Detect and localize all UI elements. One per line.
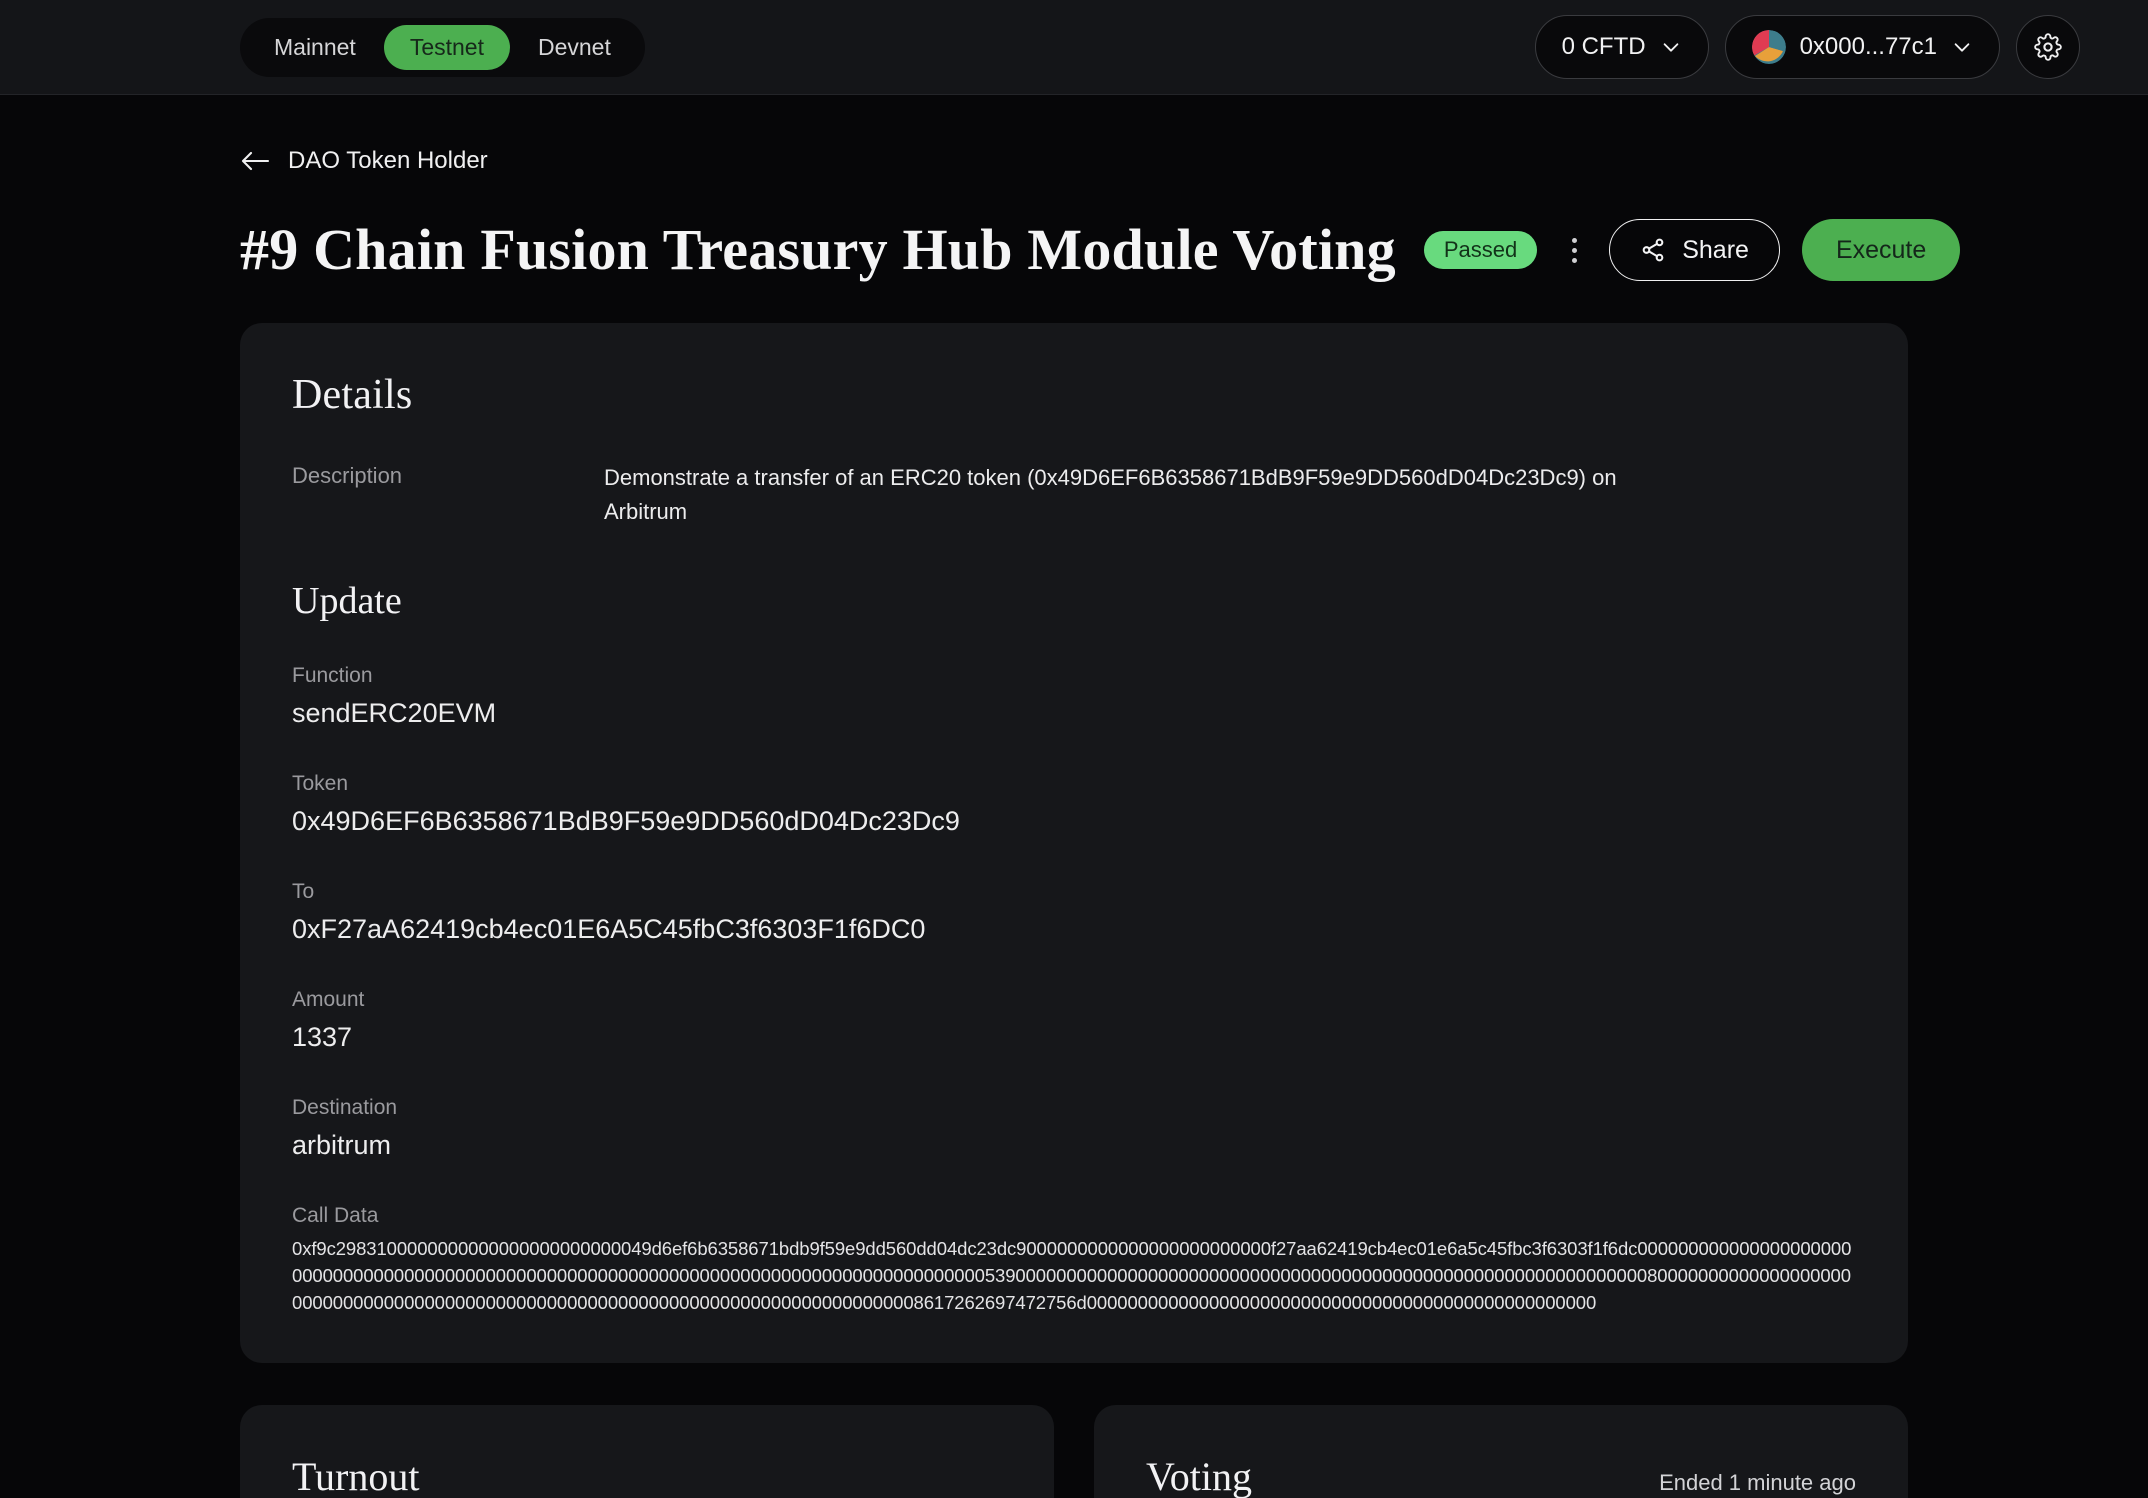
chevron-down-icon: [1954, 43, 1970, 52]
top-bar: Mainnet Testnet Devnet 0 CFTD 0x000...77…: [0, 0, 2148, 95]
title-actions: Share Execute: [1561, 219, 1961, 281]
call-data-value: 0xf9c2983100000000000000000000000049d6ef…: [292, 1238, 1852, 1313]
status-badge: Passed: [1423, 231, 1538, 269]
field-token: Token 0x49D6EF6B6358671BdB9F59e9DD560dD0…: [292, 771, 1856, 839]
arrow-left-icon: [241, 151, 270, 171]
field-value: 0x49D6EF6B6358671BdB9F59e9DD560dD04Dc23D…: [292, 806, 960, 837]
field-label: Function: [292, 664, 373, 688]
turnout-card: Turnout: [240, 1404, 1054, 1498]
description-label: Description: [292, 463, 403, 488]
kebab-dot: [1571, 257, 1577, 263]
share-nodes-icon: [1642, 238, 1664, 262]
network-option-mainnet[interactable]: Mainnet: [248, 25, 382, 70]
page-title: #9 Chain Fusion Treasury Hub Module Voti…: [240, 217, 1396, 283]
share-button[interactable]: Share: [1609, 219, 1780, 281]
field-function: Function sendERC20EVM: [292, 663, 1856, 731]
settings-button[interactable]: [2016, 15, 2080, 79]
voting-header: Voting Ended 1 minute ago: [1146, 1453, 1856, 1498]
details-card: Details Description Demonstrate a transf…: [240, 323, 1908, 1363]
gear-icon: [2034, 33, 2062, 61]
field-label: Token: [292, 772, 349, 796]
field-to: To 0xF27aA62419cb4ec01E6A5C45fbC3f6303F1…: [292, 879, 1856, 947]
turnout-title: Turnout: [292, 1453, 420, 1498]
field-amount: Amount 1337: [292, 987, 1856, 1055]
description-value: Demonstrate a transfer of an ERC20 token…: [604, 465, 1617, 525]
field-call-data: Call Data 0xf9c2983100000000000000000000…: [292, 1203, 1856, 1317]
field-label: Destination: [292, 1095, 398, 1119]
balance-dropdown[interactable]: 0 CFTD: [1534, 15, 1709, 79]
network-switcher[interactable]: Mainnet Testnet Devnet: [240, 17, 645, 77]
update-title: Update: [292, 580, 402, 623]
balance-amount: 0 CFTD: [1561, 33, 1646, 60]
share-button-label: Share: [1682, 235, 1749, 264]
account-address: 0x000...77c1: [1799, 33, 1937, 60]
field-label: To: [292, 880, 315, 904]
field-value: sendERC20EVM: [292, 698, 497, 729]
network-option-testnet[interactable]: Testnet: [383, 24, 510, 70]
kebab-dot: [1571, 237, 1577, 243]
field-value: arbitrum: [292, 1130, 392, 1161]
breadcrumb-back-link[interactable]: DAO Token Holder: [240, 147, 488, 175]
page-body: DAO Token Holder #9 Chain Fusion Treasur…: [0, 95, 2148, 1498]
voting-ended-text: Ended 1 minute ago: [1659, 1469, 1856, 1495]
field-destination: Destination arbitrum: [292, 1095, 1856, 1163]
voting-card: Voting Ended 1 minute ago: [1094, 1404, 1908, 1498]
chevron-down-icon: [1663, 43, 1678, 52]
avatar: [1751, 30, 1786, 64]
kebab-dot: [1571, 247, 1577, 253]
account-dropdown[interactable]: 0x000...77c1: [1724, 15, 2000, 79]
turnout-header: Turnout: [292, 1453, 1002, 1498]
field-label: Amount: [292, 988, 365, 1011]
description-row: Description Demonstrate a transfer of an…: [292, 461, 1856, 529]
back-link-label: DAO Token Holder: [288, 147, 488, 174]
field-value: 0xF27aA62419cb4ec01E6A5C45fbC3f6303F1f6D…: [292, 914, 926, 945]
bottom-cards: Turnout Voting Ended 1 minute ago: [240, 1404, 1908, 1498]
top-bar-right: 0 CFTD 0x000...77c1: [1534, 15, 2080, 79]
field-label: Call Data: [292, 1203, 379, 1227]
title-row: #9 Chain Fusion Treasury Hub Module Voti…: [240, 217, 1961, 283]
details-title: Details: [292, 372, 413, 418]
field-value: 1337: [292, 1022, 353, 1053]
network-option-devnet[interactable]: Devnet: [512, 25, 637, 70]
more-options-button[interactable]: [1561, 222, 1587, 278]
voting-title: Voting: [1146, 1453, 1252, 1498]
execute-button[interactable]: Execute: [1801, 219, 1961, 281]
